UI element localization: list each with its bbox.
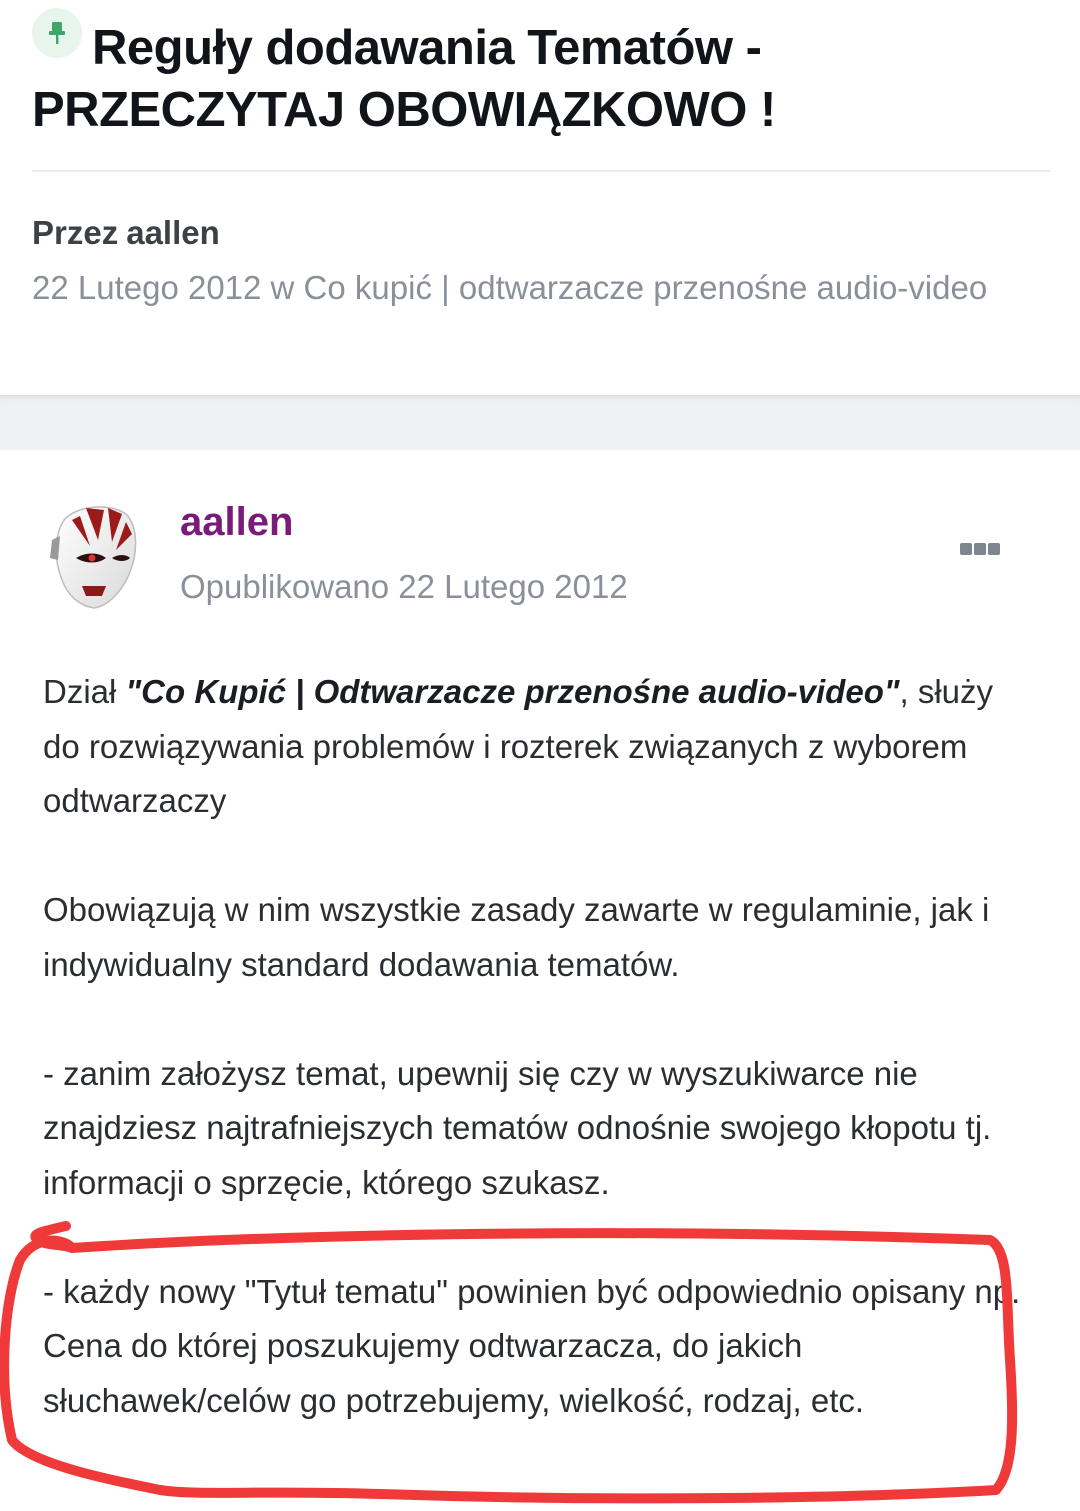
menu-dot — [974, 543, 986, 555]
more-options-icon[interactable] — [960, 542, 1014, 566]
byline-prefix: Przez — [32, 214, 119, 251]
avatar[interactable] — [46, 500, 142, 612]
post-author-link[interactable]: aallen — [180, 500, 293, 545]
section-name-emphasis: "Co Kupić | Odtwarzacze przenośne audio-… — [125, 673, 900, 710]
menu-dot — [960, 543, 972, 555]
post-paragraph-1: Dział "Co Kupić | Odtwarzacze przenośne … — [43, 665, 1033, 829]
title-row: Reguły dodawania Tematów - PRZECZYTAJ OB… — [32, 8, 1042, 141]
post: aallen Opublikowano 22 Lutego 2012 Dział… — [0, 450, 1080, 1511]
menu-dot — [988, 543, 1000, 555]
pin-icon — [32, 8, 82, 58]
post-body: Dział "Co Kupić | Odtwarzacze przenośne … — [43, 665, 1033, 1483]
section-separator — [0, 395, 1080, 450]
paragraph-prefix: Dział — [43, 673, 126, 710]
topic-title-text: Reguły dodawania Tematów - PRZECZYTAJ OB… — [32, 21, 776, 137]
header-divider — [32, 170, 1050, 172]
topic-title: Reguły dodawania Tematów - PRZECZYTAJ OB… — [32, 8, 1042, 141]
topic-meta: 22 Lutego 2012 w Co kupić | odtwarzacze … — [32, 269, 988, 306]
post-paragraph-4: - każdy nowy "Tytuł tematu" powinien być… — [43, 1272, 1021, 1419]
topic-header: Reguły dodawania Tematów - PRZECZYTAJ OB… — [0, 0, 1080, 395]
post-paragraph-2: Obowiązują w nim wszystkie zasady zawart… — [43, 891, 990, 983]
post-date: Opublikowano 22 Lutego 2012 — [180, 568, 628, 605]
byline: Przez aallen — [32, 214, 220, 252]
byline-author-link[interactable]: aallen — [126, 214, 220, 251]
post-paragraph-3: - zanim założysz temat, upewnij się czy … — [43, 1054, 992, 1201]
